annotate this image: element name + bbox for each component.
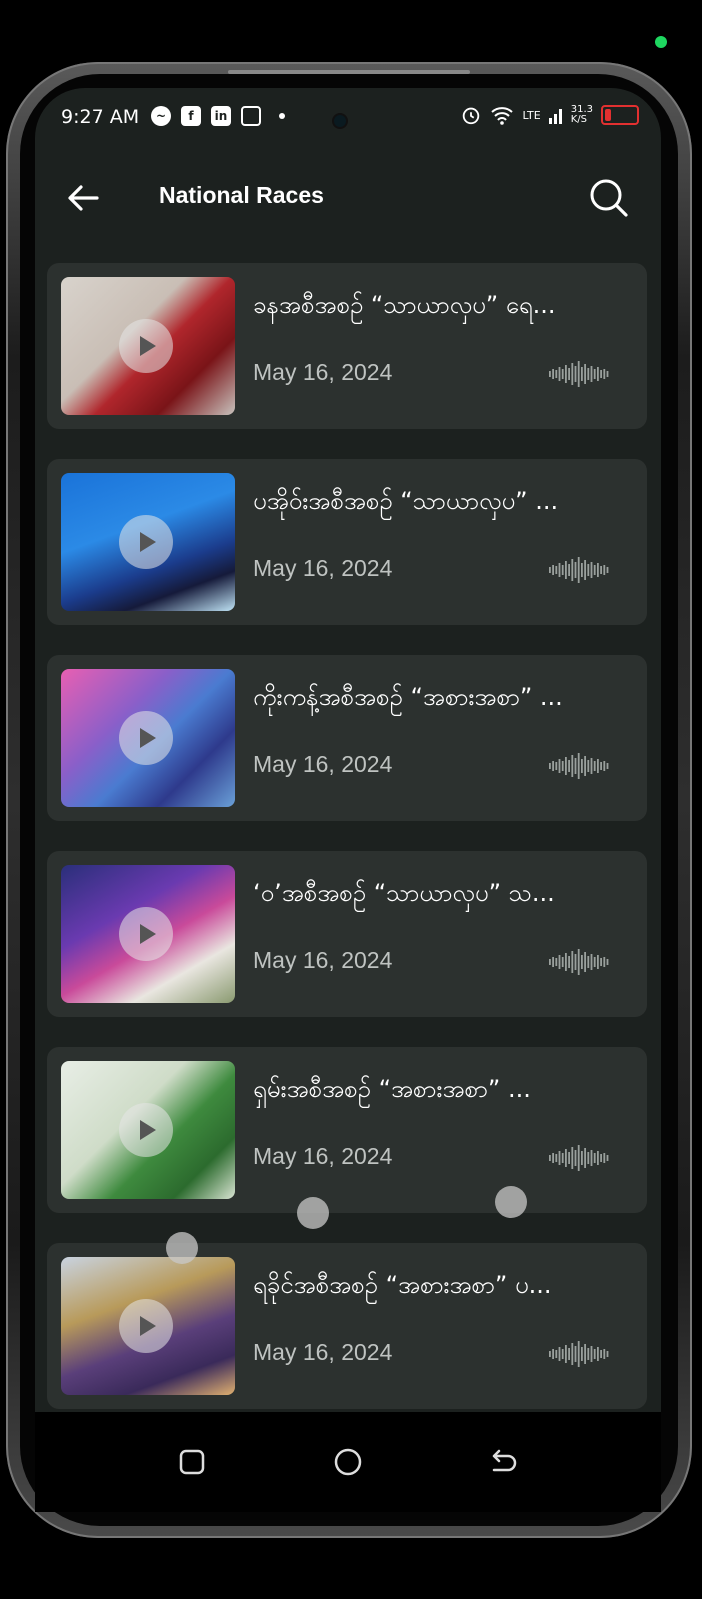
page-title: National Races (159, 182, 324, 208)
item-title: ‘ဝ’အစီအစဉ် “သာယာလှပ” သ... (253, 879, 555, 907)
thumbnail[interactable] (61, 865, 235, 1003)
play-icon[interactable] (119, 1103, 173, 1157)
instagram-icon (241, 106, 261, 126)
thumbnail[interactable] (61, 1061, 235, 1199)
play-icon[interactable] (119, 1299, 173, 1353)
thumbnail[interactable] (61, 1257, 235, 1395)
audio-wave-icon (549, 1341, 609, 1367)
thumbnail[interactable] (61, 277, 235, 415)
alarm-icon (463, 107, 480, 125)
network-type: LTE (522, 108, 541, 122)
touch-indicator (166, 1232, 198, 1264)
wifi-icon (491, 107, 514, 125)
recents-icon[interactable] (172, 1442, 212, 1482)
facebook-icon: f (181, 106, 201, 126)
item-date: May 16, 2024 (253, 1339, 393, 1365)
thumbnail[interactable] (61, 669, 235, 807)
audio-wave-icon (549, 1145, 609, 1171)
back-nav-icon[interactable] (482, 1442, 522, 1482)
battery-icon (601, 105, 639, 125)
linkedin-icon: in (211, 106, 231, 126)
item-date: May 16, 2024 (253, 751, 393, 777)
back-arrow-icon[interactable] (63, 178, 103, 218)
touch-indicator (297, 1197, 329, 1229)
list-item[interactable]: ရခိုင်အစီအစဉ် “အစားအစာ” ပ... May 16, 202… (47, 1243, 647, 1409)
play-icon[interactable] (119, 711, 173, 765)
home-icon[interactable] (328, 1442, 368, 1482)
item-title: ပအိုဝ်းအစီအစဉ် “သာယာလှပ” ... (253, 487, 559, 515)
list-item[interactable]: ရှမ်းအစီအစဉ် “အစားအစာ” ... May 16, 2024 (47, 1047, 647, 1213)
play-icon[interactable] (119, 319, 173, 373)
list-item[interactable]: ကိုးကန့်အစီအစဉ် “အစားအစာ” ... May 16, 20… (47, 655, 647, 821)
system-nav-bar (35, 1412, 661, 1512)
front-camera (334, 115, 346, 127)
item-title: ရှမ်းအစီအစဉ် “အစားအစာ” ... (253, 1075, 531, 1103)
app-screen: 9:27 AM ~ f in LTE 31.3 K/S National Rac… (35, 88, 661, 1412)
list-item[interactable]: ခနအစီအစဉ် “သာယာလှပ” ရေ... May 16, 2024 (47, 263, 647, 429)
item-title: ကိုးကန့်အစီအစဉ် “အစားအစာ” ... (253, 683, 563, 711)
more-notifications-dot (279, 113, 285, 119)
thumbnail[interactable] (61, 473, 235, 611)
app-bar: National Races (35, 158, 661, 238)
touch-indicator (495, 1186, 527, 1218)
play-icon[interactable] (119, 515, 173, 569)
status-time: 9:27 AM (61, 106, 140, 128)
play-icon[interactable] (119, 907, 173, 961)
item-date: May 16, 2024 (253, 555, 393, 581)
signal-icon (548, 109, 562, 124)
audio-wave-icon (549, 949, 609, 975)
network-speed-unit: K/S (570, 114, 588, 125)
item-date: May 16, 2024 (253, 1143, 393, 1169)
search-icon[interactable] (587, 176, 631, 220)
recording-indicator (655, 36, 667, 48)
list-item[interactable]: ‘ဝ’အစီအစဉ် “သာယာလှပ” သ... May 16, 2024 (47, 851, 647, 1017)
list-item[interactable]: ပအိုဝ်းအစီအစဉ် “သာယာလှပ” ... May 16, 202… (47, 459, 647, 625)
item-date: May 16, 2024 (253, 947, 393, 973)
audio-wave-icon (549, 753, 609, 779)
audio-wave-icon (549, 557, 609, 583)
item-title: ရခိုင်အစီအစဉ် “အစားအစာ” ပ... (253, 1271, 552, 1299)
status-bar: 9:27 AM ~ f in LTE 31.3 K/S (35, 88, 661, 144)
item-title: ခနအစီအစဉ် “သာယာလှပ” ရေ... (253, 291, 556, 319)
item-date: May 16, 2024 (253, 359, 393, 385)
audio-wave-icon (549, 361, 609, 387)
messenger-icon: ~ (151, 106, 171, 126)
